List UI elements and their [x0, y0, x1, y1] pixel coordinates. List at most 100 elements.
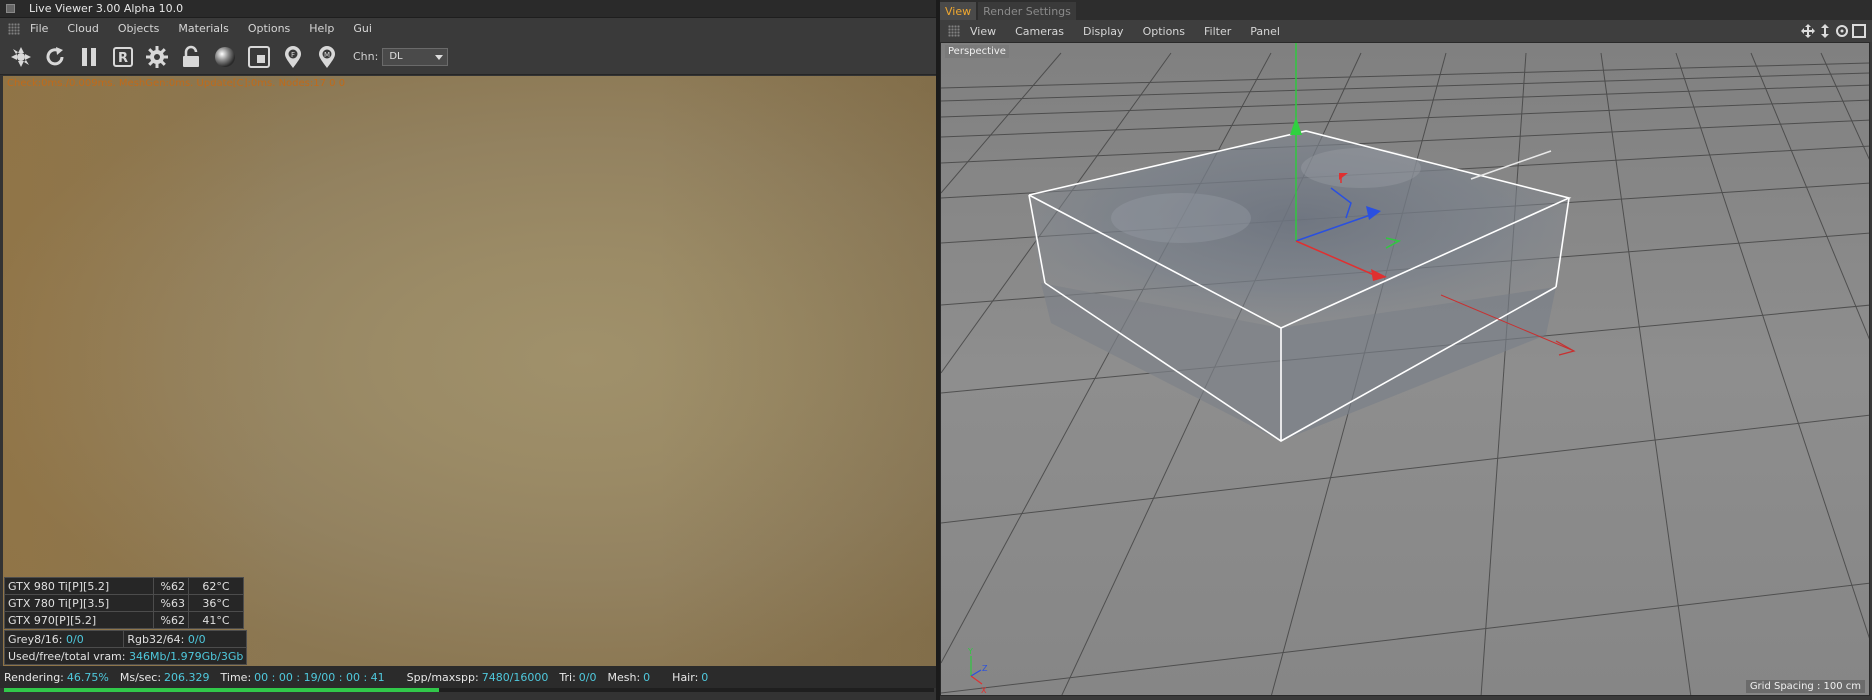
vram-cell: Used/free/total vram: 346Mb/1.979Gb/3Gb — [3, 647, 248, 665]
menu-display[interactable]: Display — [1083, 25, 1124, 38]
vram-row: Used/free/total vram: 346Mb/1.979Gb/3Gb — [3, 647, 248, 665]
time-value: 00 : 00 : 19/00 : 00 : 41 — [254, 670, 385, 684]
grey-label: Grey8/16: — [8, 632, 63, 646]
pause-icon[interactable] — [75, 43, 103, 71]
title-bar: Live Viewer 3.00 Alpha 10.0 — [0, 0, 936, 18]
gpu-usage: %63 — [153, 594, 189, 612]
tab-render-settings[interactable]: Render Settings — [978, 2, 1076, 20]
perspective-viewport[interactable]: Perspective Y Z X Grid Spacing: 100 cm — [940, 42, 1870, 696]
material-ball-icon[interactable] — [211, 43, 239, 71]
tab-view[interactable]: View — [940, 2, 977, 20]
debug-status-text: Check:0ms./0.009ms. MeshGen:0ms. Update[… — [7, 78, 346, 89]
menu-cameras[interactable]: Cameras — [1015, 25, 1064, 38]
menu-filter[interactable]: Filter — [1204, 25, 1231, 38]
gpu-usage: %62 — [153, 577, 189, 595]
gpu-row: GTX 970[P][5.2] %62 41°C — [4, 611, 244, 629]
focus-letter: F — [291, 51, 295, 59]
toolbar: R F M Chn: DL — [0, 39, 936, 75]
cloud-highlight — [1111, 193, 1251, 243]
vram-label: Used/free/total vram: — [8, 649, 126, 663]
live-viewer-window: Live Viewer 3.00 Alpha 10.0 File Cloud O… — [0, 0, 936, 700]
gpu-temp: 36°C — [188, 594, 244, 612]
hair-label: Hair: — [672, 670, 699, 684]
gpu-name: GTX 780 Ti[P][3.5] — [4, 594, 154, 612]
rendering-value: 46.75% — [66, 670, 109, 684]
grip-icon[interactable] — [8, 22, 20, 35]
menu-options[interactable]: Options — [248, 22, 290, 35]
channel-label: Chn: — [353, 50, 379, 63]
hair-value: 0 — [701, 670, 709, 684]
texture-row: Grey8/16: 0/0 Rgb32/64: 0/0 — [3, 630, 248, 648]
window-icon — [6, 4, 15, 13]
tri-label: Tri: — [559, 670, 576, 684]
lock-icon[interactable] — [177, 43, 205, 71]
ms-sec-label: Ms/sec: — [119, 670, 162, 684]
pick-focus-icon[interactable]: F — [279, 43, 307, 71]
time-label: Time: — [220, 670, 252, 684]
gpu-stats-table: GTX 980 Ti[P][5.2] %62 62°C GTX 780 Ti[P… — [4, 577, 244, 629]
material-letter: M — [324, 51, 330, 59]
region-letter: R — [118, 51, 128, 66]
viewport-nav-icons — [1798, 24, 1866, 38]
render-progress-fill — [4, 688, 439, 692]
status-bar: Rendering: 46.75% Ms/sec: 206.329 Time: … — [0, 666, 936, 688]
zoom-view-icon[interactable] — [1818, 24, 1832, 38]
tri-value: 0/0 — [578, 670, 597, 684]
mesh-label: Mesh: — [607, 670, 641, 684]
spp-label: Spp/maxspp: — [406, 670, 479, 684]
move-view-icon[interactable] — [1801, 24, 1815, 38]
channel-select[interactable]: DL — [382, 47, 449, 66]
grey-value: 0/0 — [66, 632, 84, 646]
pick-material-icon[interactable]: M — [313, 43, 341, 71]
channel-value: DL — [389, 51, 403, 62]
world-z-label: Z — [982, 664, 988, 673]
menu-bar: File Cloud Objects Materials Options Hel… — [0, 18, 936, 39]
menu-view[interactable]: View — [970, 25, 996, 38]
gpu-name: GTX 970[P][5.2] — [4, 611, 154, 629]
viewport-camera-label[interactable]: Perspective — [945, 45, 1009, 58]
rotate-view-icon[interactable] — [1835, 24, 1849, 38]
viewport-menu-bar: View Cameras Display Options Filter Pane… — [940, 20, 1872, 42]
window-title: Live Viewer 3.00 Alpha 10.0 — [29, 2, 184, 15]
viewport-scene: Y Z X — [941, 43, 1869, 695]
gpu-temp: 62°C — [188, 577, 244, 595]
menu-panel[interactable]: Panel — [1250, 25, 1280, 38]
gpu-row: GTX 780 Ti[P][3.5] %63 36°C — [4, 594, 244, 612]
region-render-icon[interactable]: R — [109, 43, 137, 71]
menu-file[interactable]: File — [30, 22, 48, 35]
world-x-label: X — [981, 686, 987, 695]
menu-gui[interactable]: Gui — [353, 22, 372, 35]
clay-mode-icon[interactable] — [245, 43, 273, 71]
maximize-view-icon[interactable] — [1852, 24, 1866, 38]
c4d-view-panel: View Render Settings View Cameras Displa… — [940, 0, 1872, 700]
rgb-textures: Rgb32/64: 0/0 — [123, 630, 248, 648]
gpu-temp: 41°C — [188, 611, 244, 629]
menu-objects[interactable]: Objects — [118, 22, 160, 35]
menu-options[interactable]: Options — [1143, 25, 1185, 38]
spp-value: 7480/16000 — [481, 670, 549, 684]
gpu-usage: %62 — [153, 611, 189, 629]
menu-materials[interactable]: Materials — [178, 22, 228, 35]
settings-gear-icon[interactable] — [143, 43, 171, 71]
grey-textures: Grey8/16: 0/0 — [3, 630, 125, 648]
grid-spacing-readout: Grid Spacing : 100 cm — [1745, 680, 1865, 693]
menu-cloud[interactable]: Cloud — [67, 22, 98, 35]
ms-sec-value: 206.329 — [164, 670, 210, 684]
render-progress-bar — [4, 688, 934, 692]
send-scene-icon[interactable] — [7, 43, 35, 71]
world-y-label: Y — [967, 647, 973, 656]
rendering-label: Rendering: — [4, 670, 64, 684]
grip-icon[interactable] — [948, 25, 960, 37]
vram-value: 346Mb/1.979Gb/3Gb — [128, 649, 244, 663]
rgb-label: Rgb32/64: — [127, 632, 185, 646]
rgb-value: 0/0 — [187, 632, 206, 646]
menu-help[interactable]: Help — [309, 22, 334, 35]
chevron-down-icon — [435, 54, 444, 60]
gpu-row: GTX 980 Ti[P][5.2] %62 62°C — [4, 577, 244, 595]
cloud-highlight — [1301, 148, 1421, 188]
gpu-name: GTX 980 Ti[P][5.2] — [4, 577, 154, 595]
refresh-icon[interactable] — [41, 43, 69, 71]
memory-stats-table: Grey8/16: 0/0 Rgb32/64: 0/0 Used/free/to… — [3, 630, 248, 665]
mesh-value: 0 — [643, 670, 651, 684]
panel-tabs: View Render Settings — [940, 0, 1872, 20]
